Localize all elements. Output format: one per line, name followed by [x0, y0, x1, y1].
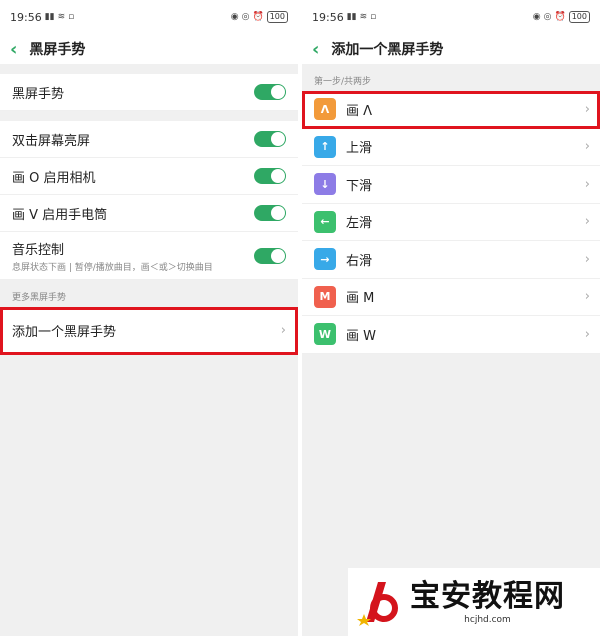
setting-description: 息屏状态下画 | 暂停/播放曲目，画＜或＞切换曲目: [12, 262, 213, 273]
gesture-label: 左滑: [346, 216, 373, 232]
toggle-switch[interactable]: [254, 247, 286, 264]
wifi-icon: ≋: [359, 12, 368, 22]
gesture-label: 画 W: [346, 328, 376, 344]
gesture-row-draw-w[interactable]: W 画 W ›: [302, 316, 600, 354]
gesture-row-draw-lambda[interactable]: Λ 画 Λ ›: [302, 91, 600, 129]
nfc-icon: ◎: [241, 12, 250, 22]
watermark-url: hcjhd.com: [464, 615, 511, 625]
app-header: ‹ 黑屏手势: [0, 34, 298, 64]
setting-row-double-tap-wake[interactable]: 双击屏幕亮屏: [0, 121, 298, 158]
setting-label: 黑屏手势: [12, 86, 65, 102]
page-title: 添加一个黑屏手势: [331, 42, 444, 58]
signal-icon: ▮▮: [44, 12, 55, 22]
setting-row-blackscreen-gesture[interactable]: 黑屏手势: [0, 74, 298, 111]
gesture-row-swipe-up[interactable]: ↑ 上滑 ›: [302, 128, 600, 166]
toggle-switch[interactable]: [254, 205, 286, 221]
chevron-right-icon: ›: [584, 289, 590, 305]
gesture-label: 画 M: [346, 291, 375, 307]
divider: [0, 64, 298, 74]
status-time: 19:56: [10, 10, 42, 24]
setting-label: 画 O 启用相机: [12, 170, 96, 186]
gesture-row-draw-m[interactable]: M 画 M ›: [302, 278, 600, 316]
gesture-label: 右滑: [346, 253, 373, 269]
chevron-right-icon: ›: [584, 101, 590, 117]
gesture-row-swipe-down[interactable]: ↓ 下滑 ›: [302, 166, 600, 204]
arrow-up-icon: ↑: [314, 135, 336, 158]
gesture-label: 上滑: [346, 141, 373, 157]
gesture-label: 画 Λ: [346, 103, 373, 119]
notification-icon: ▫: [370, 12, 377, 22]
toggle-switch[interactable]: [254, 84, 286, 100]
battery-icon: 100: [266, 11, 288, 23]
add-gesture-label: 添加一个黑屏手势: [12, 325, 117, 340]
signal-icon: ▮▮: [346, 12, 357, 22]
gesture-label: 下滑: [346, 178, 373, 194]
status-bar: 19:56 ▮▮ ≋ ▫ ◉ ◎ ⏰ 100: [302, 0, 600, 34]
letter-m-icon: M: [314, 285, 336, 308]
chevron-right-icon: ›: [584, 176, 590, 192]
arrow-right-icon: →: [314, 248, 336, 271]
step-label: 第一步/共两步: [302, 64, 600, 91]
section-header-more-gestures: 更多黑屏手势: [0, 280, 298, 307]
page-title: 黑屏手势: [29, 42, 86, 58]
back-arrow-icon[interactable]: ‹: [312, 39, 319, 60]
setting-row-draw-o-camera[interactable]: 画 O 启用相机: [0, 158, 298, 195]
wifi-icon: ≋: [57, 12, 66, 22]
right-screen: 19:56 ▮▮ ≋ ▫ ◉ ◎ ⏰ 100 ‹ 添加一个黑屏手势 第一步/共两…: [302, 0, 600, 636]
status-bar: 19:56 ▮▮ ≋ ▫ ◉ ◎ ⏰ 100: [0, 0, 298, 34]
eye-comfort-icon: ◉: [532, 12, 541, 22]
gesture-list: Λ 画 Λ › ↑ 上滑 › ↓ 下滑 › ← 左滑 › → 右滑 › M 画 …: [302, 91, 600, 354]
setting-label: 画 V 启用手电筒: [12, 207, 108, 223]
chevron-right-icon: ›: [280, 323, 286, 338]
chevron-right-icon: ›: [584, 251, 590, 267]
arrow-down-icon: ↓: [314, 173, 336, 196]
setting-label: 双击屏幕亮屏: [12, 133, 91, 149]
back-arrow-icon[interactable]: ‹: [10, 39, 17, 60]
chevron-right-icon: ›: [584, 326, 590, 342]
gesture-row-swipe-right[interactable]: → 右滑 ›: [302, 241, 600, 279]
app-header: ‹ 添加一个黑屏手势: [302, 34, 600, 64]
battery-icon: 100: [568, 11, 590, 23]
gesture-row-swipe-left[interactable]: ← 左滑 ›: [302, 203, 600, 241]
chevron-right-icon: ›: [584, 214, 590, 230]
setting-row-music-control[interactable]: 音乐控制 息屏状态下画 | 暂停/播放曲目，画＜或＞切换曲目: [0, 232, 298, 280]
toggle-switch[interactable]: [254, 131, 286, 147]
add-gesture-row[interactable]: 添加一个黑屏手势 ›: [0, 307, 298, 355]
setting-label: 音乐控制: [12, 242, 65, 258]
eye-comfort-icon: ◉: [230, 12, 239, 22]
divider: [0, 111, 298, 121]
status-time: 19:56: [312, 10, 344, 24]
setting-row-draw-v-flashlight[interactable]: 画 V 启用手电筒: [0, 195, 298, 232]
arrow-left-icon: ←: [314, 210, 336, 233]
chevron-right-icon: ›: [584, 139, 590, 155]
alarm-icon: ⏰: [252, 12, 264, 22]
caret-up-icon: Λ: [314, 98, 336, 121]
nfc-icon: ◎: [543, 12, 552, 22]
watermark-title: 宝安教程网: [410, 579, 565, 614]
watermark: 宝安教程网 hcjhd.com: [348, 568, 600, 636]
left-screen: 19:56 ▮▮ ≋ ▫ ◉ ◎ ⏰ 100 ‹ 黑屏手势 黑屏手势 双击屏幕亮…: [0, 0, 298, 636]
toggle-switch[interactable]: [254, 168, 286, 184]
site-logo-icon: [357, 582, 398, 626]
notification-icon: ▫: [68, 12, 75, 22]
alarm-icon: ⏰: [554, 12, 566, 22]
letter-w-icon: W: [314, 323, 336, 346]
